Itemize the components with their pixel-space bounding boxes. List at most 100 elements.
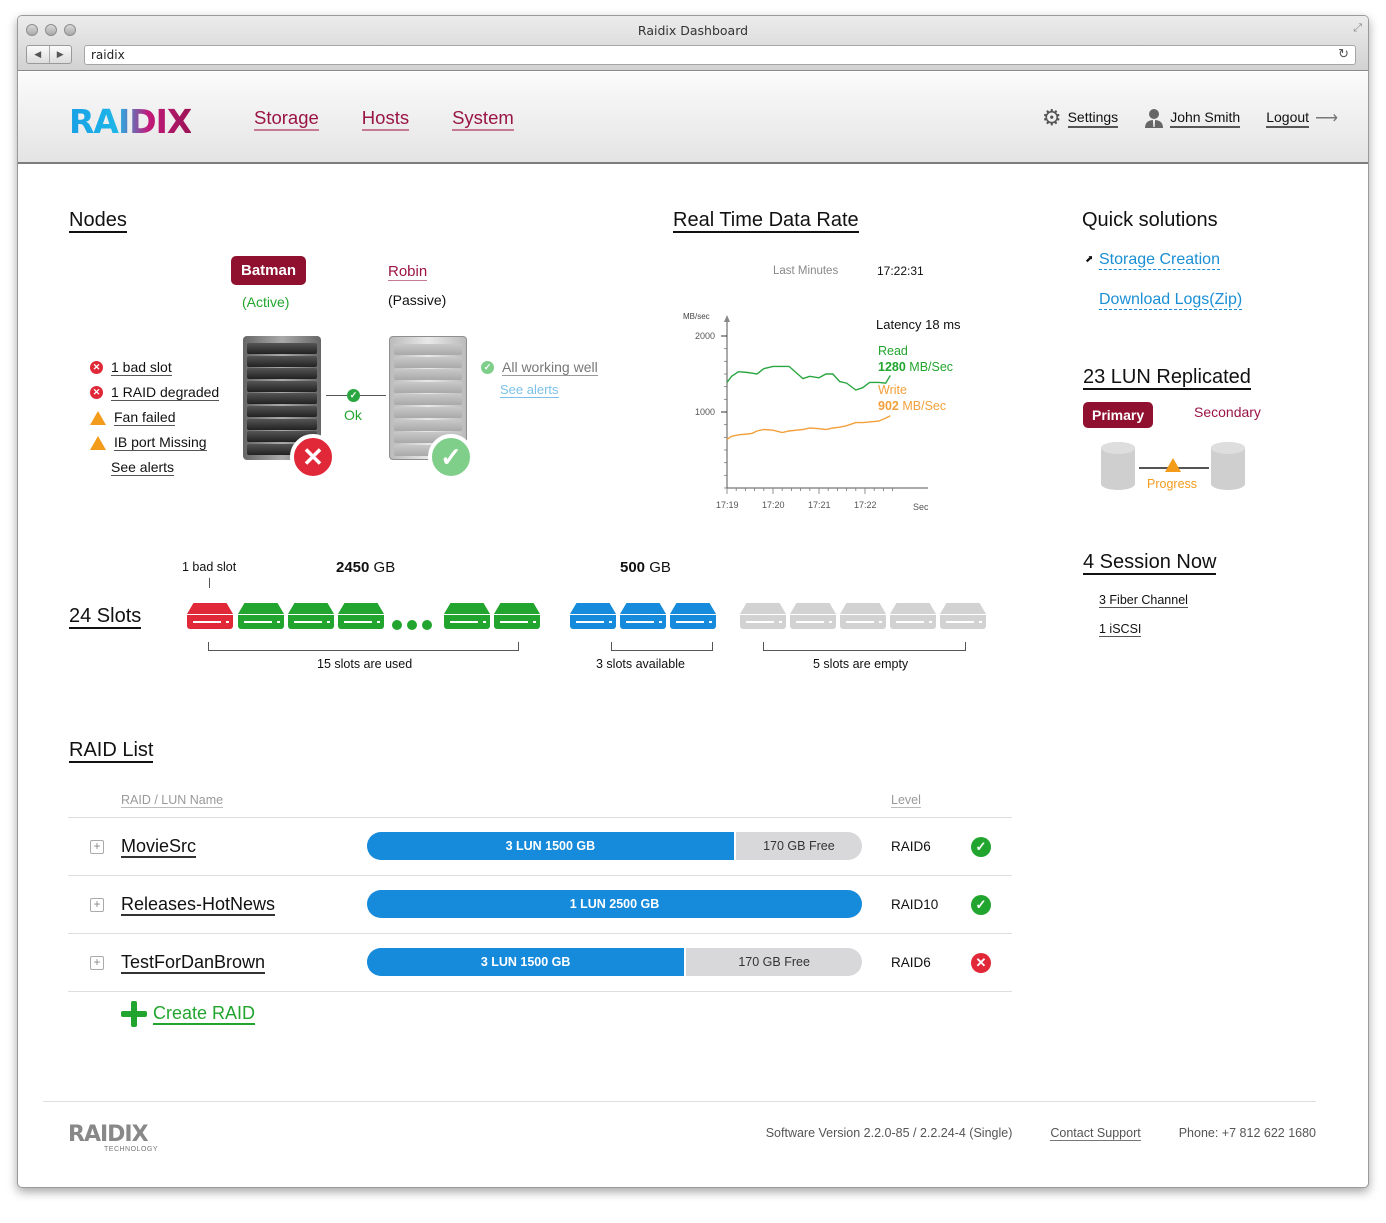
user-profile-link[interactable]: John Smith xyxy=(1170,109,1241,128)
nodes-title[interactable]: Nodes xyxy=(69,209,127,233)
software-version: Software Version 2.2.0-85 / 2.2.24-4 (Si… xyxy=(765,1126,1013,1140)
alert-item: ✕ 1 bad slot xyxy=(90,355,219,380)
alert-link[interactable]: 1 bad slot xyxy=(111,359,172,376)
create-raid-button[interactable]: Create RAID xyxy=(121,1001,256,1027)
primary-disk-icon xyxy=(1101,442,1135,490)
raid-usage-bar: 1 LUN 2500 GB xyxy=(367,890,862,918)
plus-icon xyxy=(121,1001,147,1027)
back-arrow-icon[interactable]: ◀ xyxy=(27,46,50,63)
sessions-title[interactable]: 4 Session Now xyxy=(1083,551,1217,575)
raid-name-link[interactable]: Releases-HotNews xyxy=(121,894,276,916)
slot-empty[interactable] xyxy=(890,603,936,629)
slot-bad[interactable] xyxy=(187,603,233,629)
nav-system[interactable]: System xyxy=(452,107,514,131)
raid-free-segment: 170 GB Free xyxy=(738,955,810,969)
arrow-right-icon: ⟶ xyxy=(1315,110,1338,127)
browser-window: Raidix Dashboard ⤢ ◀ ▶ raidix ↻ RAIDIX S… xyxy=(17,15,1369,1188)
link-ok-icon: ✓ xyxy=(347,389,360,402)
alert-item: Fan failed xyxy=(90,405,219,430)
raid-table-header: RAID / LUN Name Level xyxy=(68,781,1012,818)
realtime-title[interactable]: Real Time Data Rate xyxy=(673,209,859,233)
raid-list-title[interactable]: RAID List xyxy=(69,739,154,763)
used-capacity: 2450 GB xyxy=(336,559,395,576)
slot-used[interactable] xyxy=(444,603,490,629)
raid-used-segment: 3 LUN 1500 GB xyxy=(367,832,736,860)
nav-storage[interactable]: Storage xyxy=(254,107,319,131)
robin-see-alerts-link[interactable]: See alerts xyxy=(500,382,559,398)
slot-used[interactable] xyxy=(238,603,284,629)
slot-used[interactable] xyxy=(338,603,384,629)
used-capacity-unit: GB xyxy=(373,559,396,576)
history-nav: ◀ ▶ xyxy=(26,45,72,64)
batman-see-alerts-link[interactable]: See alerts xyxy=(111,459,175,476)
slot-used[interactable] xyxy=(494,603,540,629)
raid-name-link[interactable]: TestForDanBrown xyxy=(121,952,266,974)
node-batman-state: (Active) xyxy=(242,294,290,310)
raid-level: RAID10 xyxy=(891,897,939,912)
status-ok-icon: ✓ xyxy=(971,837,991,857)
available-capacity: 500 GB xyxy=(620,559,671,576)
warning-icon xyxy=(90,410,106,425)
node-robin-link[interactable]: Robin xyxy=(388,263,428,281)
link-status-label: Ok xyxy=(344,407,362,423)
slots-title[interactable]: 24 Slots xyxy=(69,605,142,629)
browser-chrome: Raidix Dashboard ⤢ ◀ ▶ raidix ↻ xyxy=(18,16,1368,71)
replication-primary-badge[interactable]: Primary xyxy=(1083,402,1154,428)
alert-link[interactable]: Fan failed xyxy=(114,409,176,426)
slot-empty[interactable] xyxy=(940,603,986,629)
raid-usage-bar: 3 LUN 1500 GB 170 GB Free xyxy=(367,832,862,860)
settings-link[interactable]: Settings xyxy=(1067,109,1119,128)
footer-info: Software Version 2.2.0-85 / 2.2.24-4 (Si… xyxy=(766,1126,1316,1141)
logout-link[interactable]: Logout xyxy=(1266,109,1310,128)
slot-used[interactable] xyxy=(288,603,334,629)
bad-slot-label: 1 bad slot xyxy=(182,560,237,574)
raid-name-link[interactable]: MovieSrc xyxy=(121,836,197,858)
robin-status-link[interactable]: All working well xyxy=(502,359,598,376)
replication-title[interactable]: 23 LUN Replicated xyxy=(1083,366,1251,390)
y-tick-label: 1000 xyxy=(695,407,715,417)
warning-icon xyxy=(90,435,106,450)
empty-slots-bracket xyxy=(763,642,966,651)
x-tick-label: 17:19 xyxy=(716,500,739,510)
expand-icon[interactable]: + xyxy=(90,840,104,854)
contact-support-link[interactable]: Contact Support xyxy=(1050,1126,1141,1141)
create-raid-link[interactable]: Create RAID xyxy=(153,1003,256,1025)
alert-link[interactable]: 1 RAID degraded xyxy=(111,384,220,401)
x-tick-label: 17:21 xyxy=(808,500,831,510)
address-bar[interactable]: raidix ↻ xyxy=(84,45,1356,65)
slot-empty[interactable] xyxy=(840,603,886,629)
batman-alert-list: ✕ 1 bad slot ✕ 1 RAID degraded Fan failed … xyxy=(90,355,220,480)
forward-arrow-icon[interactable]: ▶ xyxy=(50,46,72,63)
robin-alert-list: ✓ All working well See alerts xyxy=(481,355,598,400)
expand-icon[interactable]: + xyxy=(90,956,104,970)
fullscreen-icon[interactable]: ⤢ xyxy=(1353,22,1362,35)
column-level-header[interactable]: Level xyxy=(891,793,921,808)
download-logs-link[interactable]: Download Logs(Zip) xyxy=(1099,290,1243,310)
slot-available[interactable] xyxy=(570,603,616,629)
data-rate-chart: MB/sec 1000 2000 17:19 17:20 17:21 17:22 Second xyxy=(683,312,928,512)
slot-available[interactable] xyxy=(620,603,666,629)
reload-icon[interactable]: ↻ xyxy=(1338,46,1349,64)
raidix-logo[interactable]: RAIDIX xyxy=(69,102,192,141)
session-iscsi-link[interactable]: 1 iSCSI xyxy=(1099,622,1142,637)
slot-empty[interactable] xyxy=(790,603,836,629)
expand-icon[interactable]: + xyxy=(90,898,104,912)
column-name-header[interactable]: RAID / LUN Name xyxy=(121,793,224,808)
empty-slots-label: 5 slots are empty xyxy=(813,657,909,671)
status-ok-icon: ✓ xyxy=(971,895,991,915)
session-fiber-link[interactable]: 3 Fiber Channel xyxy=(1099,593,1188,608)
ok-icon: ✓ xyxy=(481,361,494,374)
node-batman-badge[interactable]: Batman xyxy=(231,256,307,285)
user-nav: ⚙ Settings John Smith Logout ⟶ xyxy=(1042,107,1338,129)
nav-hosts[interactable]: Hosts xyxy=(361,107,410,131)
slot-empty[interactable] xyxy=(740,603,786,629)
status-error-icon: ✕ xyxy=(971,953,991,973)
alert-item: ✕ 1 RAID degraded xyxy=(90,380,220,405)
raid-level: RAID6 xyxy=(891,839,931,854)
footer-logo: RAIDIX xyxy=(68,1122,149,1147)
replication-secondary-label[interactable]: Secondary xyxy=(1194,404,1261,420)
y-axis-label: MB/sec xyxy=(683,312,710,321)
alert-link[interactable]: IB port Missing xyxy=(114,434,207,451)
storage-creation-link[interactable]: Storage Creation xyxy=(1099,250,1220,270)
slot-available[interactable] xyxy=(670,603,716,629)
